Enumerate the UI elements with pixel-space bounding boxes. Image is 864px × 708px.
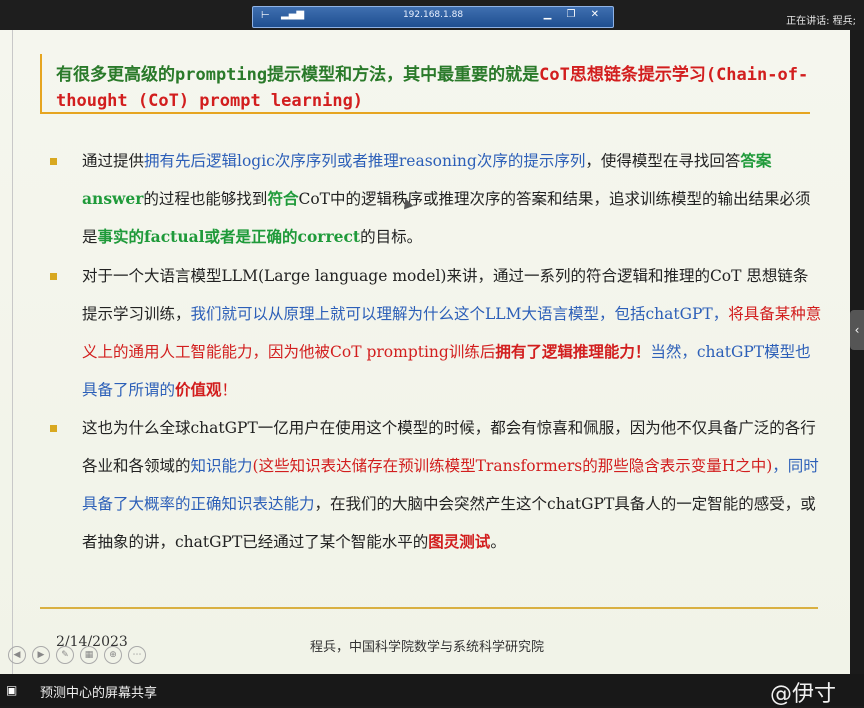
screen-share-icon: ▣ <box>6 683 18 697</box>
more-icon[interactable]: ⋯ <box>128 646 146 664</box>
footer-divider <box>40 607 818 609</box>
slide-bullets-0-run: 拥有先后逻辑logic次序序列或者推理reasoning次序的提示序列 <box>144 152 586 170</box>
bullet-paragraph-3: 这也为什么全球chatGPT一亿用户在使用这个模型的时候，都会有惊喜和佩服，因为… <box>82 409 822 561</box>
slide-bullets-1-run: 我们就可以从原理上就可以理解为什么这个LLM大语言模型，包括chatGPT， <box>190 305 729 323</box>
slide-bullets-0-run: 事实的factual或者是正确的correct <box>97 227 361 246</box>
slide-bullets-0-run: 通过提供 <box>82 152 145 170</box>
side-panel-toggle-icon[interactable]: ‹ <box>850 310 864 350</box>
slide-bullets-2-run: 知识能力 <box>190 457 253 475</box>
top-bar: ⊢ ▂▄▆ 192.168.1.88 ▁ ❐ ✕ 正在讲话: 程兵; <box>0 0 864 30</box>
slide-controls: ◀ ▶ ✎ ▦ ⊕ ⋯ <box>8 646 146 664</box>
slide-bullets-2-run: 图灵测试 <box>428 532 491 551</box>
slide-bullets-1-run: 价值观 <box>175 380 222 399</box>
screen-share-label: 预测中心的屏幕共享 <box>40 686 158 701</box>
slide: 有很多更高级的prompting提示模型和方法，其中最重要的就是CoT思想链条提… <box>0 30 850 674</box>
slide-title_parts-run: 有很多更高级的prompting提示模型和方法，其中最重要的就是 <box>56 65 540 85</box>
slide-bullets-0-run: 的过程也能够找到 <box>143 190 268 208</box>
slide-author: 程兵，中国科学院数学与系统科学研究院 <box>310 640 545 655</box>
slide-bullets-2-run: (这些知识表达储存在预训练模型Transformers的那些隐含表示变量H之中) <box>252 457 773 475</box>
window-controls[interactable]: ▁ ❐ ✕ <box>544 9 605 20</box>
bullet-paragraph-1: 通过提供拥有先后逻辑logic次序序列或者推理reasoning次序的提示序列，… <box>82 142 822 256</box>
remote-desktop-bar[interactable]: ⊢ ▂▄▆ 192.168.1.88 ▁ ❐ ✕ <box>252 6 614 28</box>
slide-title: 有很多更高级的prompting提示模型和方法，其中最重要的就是CoT思想链条提… <box>56 62 816 114</box>
slide-bullets-1-run: 拥有了逻辑推理能力！ <box>495 342 651 361</box>
prev-slide-icon[interactable]: ◀ <box>8 646 26 664</box>
pen-icon[interactable]: ✎ <box>56 646 74 664</box>
slide-bullets-1-run: ！ <box>221 381 238 399</box>
next-slide-icon[interactable]: ▶ <box>32 646 50 664</box>
slide-bullets-2-run: 。 <box>490 533 506 551</box>
watermark: @伊寸 <box>769 682 836 707</box>
slide-left-edge <box>12 30 13 674</box>
grid-icon[interactable]: ▦ <box>80 646 98 664</box>
slide-bullets-0-run: 的目标。 <box>360 228 423 246</box>
bullet-marker <box>50 273 57 280</box>
bullet-marker <box>50 158 57 165</box>
bullet-paragraph-2: 对于一个大语言模型LLM(Large language model)来讲，通过一… <box>82 257 822 409</box>
bottom-bar: ▣ 预测中心的屏幕共享 @伊寸 <box>0 674 864 707</box>
slide-bullets-0-run: ，使得模型在寻找回答 <box>585 152 741 170</box>
zoom-icon[interactable]: ⊕ <box>104 646 122 664</box>
slide-bullets-0-run: 符合 <box>267 189 299 208</box>
bullet-marker <box>50 425 57 432</box>
speaking-indicator: 正在讲话: 程兵; <box>786 16 856 27</box>
